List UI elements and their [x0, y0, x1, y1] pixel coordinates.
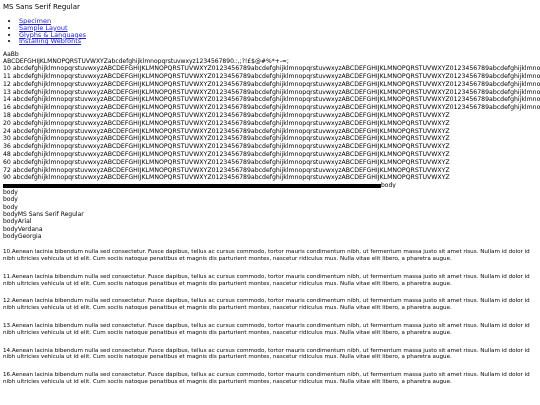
size-line-24: 24 abcdefghijklmnopqrstuvwxyzABCDEFGHIJK… [3, 127, 450, 135]
specimen-page: MS Sans Serif Regular Specimen Sample La… [0, 0, 540, 405]
size-line-30: 30 abcdefghijklmnopqrstuvwxyzABCDEFGHIJK… [3, 135, 450, 143]
paragraph-10: 10.Aenean lacinia bibendum nulla sed con… [3, 249, 530, 263]
stack-line-arial: bodyArial [3, 218, 32, 226]
stack-line-ms-sans-serif: bodyMS Sans Serif Regular [3, 211, 84, 219]
paragraph-samples: 10.Aenean lacinia bibendum nulla sed con… [3, 249, 537, 386]
black-bar-suffix: body [381, 182, 396, 189]
font-stack-list: body body body bodyMS Sans Serif Regular… [3, 189, 540, 240]
size-line-11: 11 abcdefghijklmnopqrstuvwxyzABCDEFGHIJK… [3, 72, 540, 80]
nav-item-glyphs-languages: Glyphs & Languages [19, 31, 540, 39]
page-title: MS Sans Serif Regular [3, 3, 80, 11]
nav-item-sample-layout: Sample Layout [19, 24, 540, 32]
size-specimen-list: 10 abcdefghijklmnopqrstuvwxyzABCDEFGHIJK… [3, 65, 540, 182]
paragraph-12: 12.Aenean lacinia bibendum nulla sed con… [3, 298, 530, 312]
sample-head: AaBb [3, 51, 19, 59]
stack-line-verdana: bodyVerdana [3, 225, 43, 233]
stack-line-3: body [3, 203, 18, 211]
black-bar-row: body [3, 182, 540, 188]
paragraph-13: 13.Aenean lacinia bibendum nulla sed con… [3, 323, 530, 336]
size-line-36: 36 abcdefghijklmnopqrstuvwxyzABCDEFGHIJK… [3, 143, 450, 151]
black-bar [3, 183, 381, 188]
size-line-90: 90 abcdefghijklmnopqrstuvwxyzABCDEFGHIJK… [3, 174, 450, 182]
size-line-13: 13 abcdefghijklmnopqrstuvwxyzABCDEFGHIJK… [3, 88, 540, 96]
nav-item-specimen: Specimen [19, 18, 540, 25]
nav-link-installing-webfonts[interactable]: Installing Webfonts [19, 37, 81, 45]
paragraph-11: 11.Aenean lacinia bibendum nulla sed con… [3, 273, 530, 287]
size-line-14: 14 abcdefghijklmnopqrstuvwxyzABCDEFGHIJK… [3, 96, 540, 104]
nav-item-installing-webfonts: Installing Webfonts [19, 38, 540, 45]
size-line-48: 48 abcdefghijklmnopqrstuvwxyzABCDEFGHIJK… [3, 150, 450, 158]
paragraph-14: 14.Aenean lacinia bibendum nulla sed con… [3, 347, 530, 361]
stack-line-2: body [3, 196, 18, 204]
paragraph-16: 16.Aenean lacinia bibendum nulla sed con… [3, 372, 530, 385]
size-line-72: 72 abcdefghijklmnopqrstuvwxyzABCDEFGHIJK… [3, 166, 450, 174]
charset-line: ABCDEFGHIJKLMNOPQRSTUVWXYZabcdefghijklmn… [3, 58, 289, 66]
size-line-20: 20 abcdefghijklmnopqrstuvwxyzABCDEFGHIJK… [3, 119, 450, 127]
size-line-12: 12 abcdefghijklmnopqrstuvwxyzABCDEFGHIJK… [3, 80, 540, 88]
nav-list: Specimen Sample Layout Glyphs & Language… [3, 18, 540, 45]
size-line-10: 10 abcdefghijklmnopqrstuvwxyzABCDEFGHIJK… [3, 65, 540, 73]
stack-line-georgia: bodyGeorgia [3, 232, 42, 240]
size-line-60: 60 abcdefghijklmnopqrstuvwxyzABCDEFGHIJK… [3, 158, 450, 166]
size-line-16: 16 abcdefghijklmnopqrstuvwxyzABCDEFGHIJK… [3, 104, 540, 112]
stack-line-1: body [3, 189, 18, 197]
size-line-18: 18 abcdefghijklmnopqrstuvwxyzABCDEFGHIJK… [3, 111, 450, 119]
